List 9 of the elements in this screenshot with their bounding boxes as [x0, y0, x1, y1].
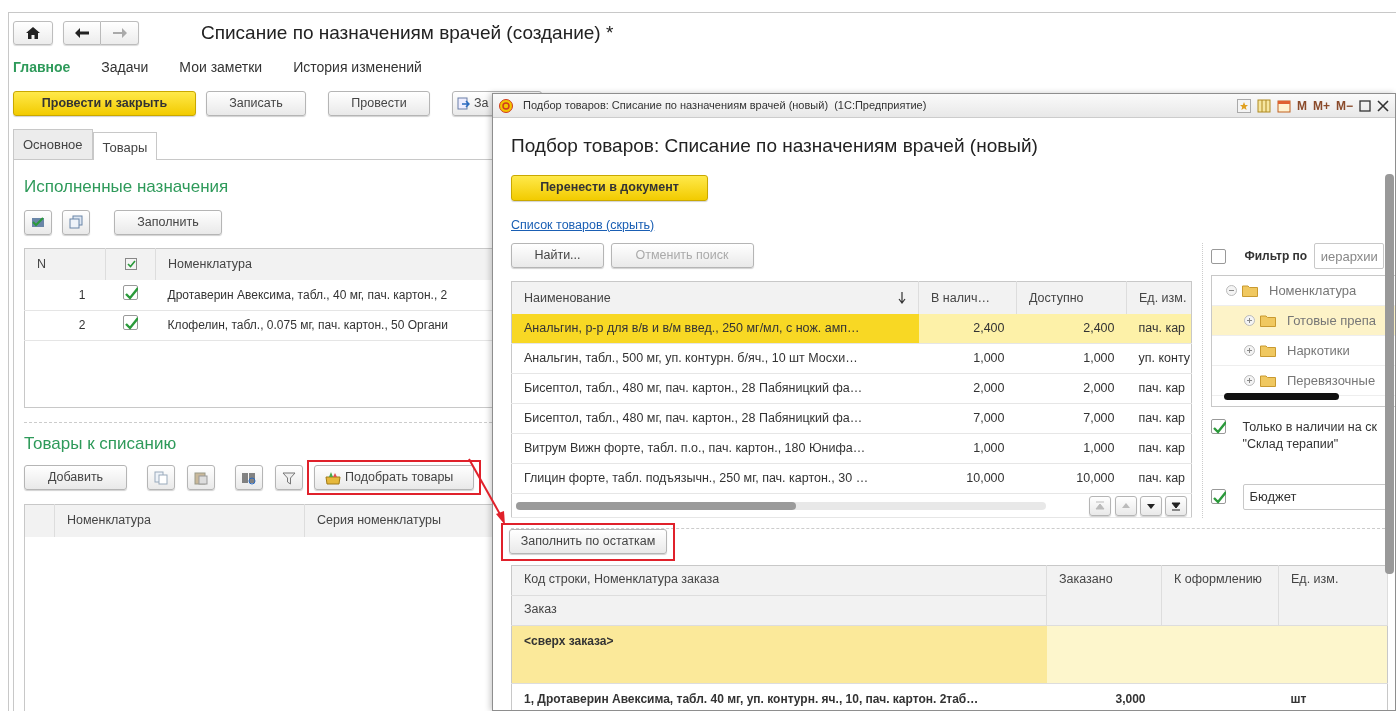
dialog-heading: Подбор товаров: Списание по назначениям врачей (новый)	[511, 134, 1039, 158]
checkbox-label: Только в наличии на ск "Склад терапии"	[1242, 419, 1377, 452]
window-title: Списание по назначениям врачей (создание) *	[201, 20, 614, 45]
filter-label: Фильтр по	[1244, 248, 1308, 266]
section-title: Товары к списанию	[24, 432, 178, 455]
section-title: Исполненные назначения	[24, 176, 230, 198]
table-cell: 2	[24, 310, 106, 340]
table-cell: 1	[24, 280, 106, 310]
dialog-title: Подбор товаров: Списание по назначениям врачей (новый) (1С:Предприятие)	[523, 98, 927, 114]
